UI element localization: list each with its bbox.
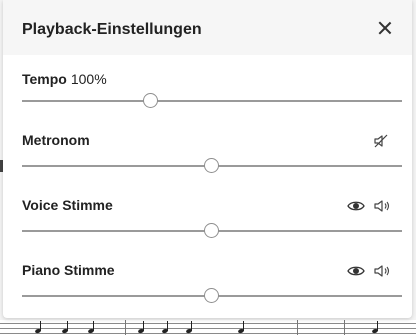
voice-section: Voice Stimme [3,197,412,257]
tempo-section: Tempo 100% [3,71,412,131]
close-icon[interactable] [374,18,396,40]
piano-label: Piano Stimme [22,262,115,278]
piano-section: Piano Stimme [3,262,412,322]
tempo-value: 100% [70,71,107,87]
piano-slider-thumb[interactable] [204,288,219,303]
voice-slider[interactable] [22,221,402,241]
metronome-section: Metronom [3,132,412,192]
speaker-icon[interactable] [374,199,392,213]
metronome-label: Metronom [22,132,90,148]
tempo-slider-thumb[interactable] [143,93,159,108]
playback-settings-dialog: Playback-Einstellungen Tempo 100% Metrono… [3,0,412,318]
voice-slider-thumb[interactable] [204,223,219,238]
tempo-label: Tempo 100% [22,71,107,87]
eye-icon[interactable] [347,199,365,213]
tempo-name: Tempo [22,71,67,87]
piano-name: Piano Stimme [22,262,115,278]
metronome-slider-thumb[interactable] [204,158,219,173]
dialog-title: Playback-Einstellungen [22,21,202,38]
tempo-slider[interactable] [22,91,402,111]
voice-name: Voice Stimme [22,197,113,213]
speaker-icon[interactable] [374,264,392,278]
tempo-slider-track [22,100,402,102]
metronome-slider[interactable] [22,156,402,176]
background-score [0,320,416,335]
metronome-name: Metronom [22,132,90,148]
voice-label: Voice Stimme [22,197,113,213]
eye-icon[interactable] [347,264,365,278]
dialog-header: Playback-Einstellungen [3,0,412,55]
piano-slider[interactable] [22,286,402,306]
speaker-muted-icon[interactable] [373,133,389,149]
